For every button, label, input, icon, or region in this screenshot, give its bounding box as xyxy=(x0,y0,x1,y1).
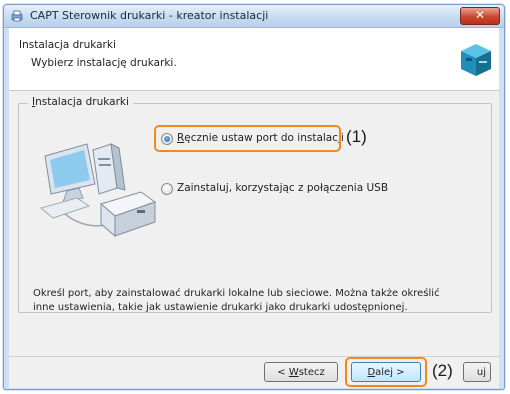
callout-box-2 xyxy=(345,357,427,387)
printer-box-icon xyxy=(461,44,491,76)
usb-install-radio[interactable] xyxy=(161,183,173,195)
wizard-body: Instalacja drukarki Ręcznie ustaw port d… xyxy=(9,91,499,356)
computer-printer-illustration xyxy=(40,143,157,238)
cancel-button[interactable]: uj xyxy=(463,362,491,382)
printer-app-icon xyxy=(11,10,23,22)
close-button[interactable]: ✕ xyxy=(460,7,500,25)
wizard-header: Instalacja drukarki Wybierz instalację d… xyxy=(9,28,499,91)
header-subtitle: Wybierz instalację drukarki. xyxy=(31,57,177,69)
usb-install-label[interactable]: Zainstaluj, korzystając z połączenia USB xyxy=(177,182,388,194)
header-title: Instalacja drukarki xyxy=(19,39,116,51)
description-text: Określ port, aby zainstalować drukarki l… xyxy=(33,288,440,313)
installer-window: CAPT Sterownik drukarki - kreator instal… xyxy=(3,4,505,390)
group-title: Instalacja drukarki xyxy=(28,96,133,108)
callout-label-2: (2) xyxy=(432,361,453,380)
callout-box-1 xyxy=(154,125,341,152)
callout-label-1: (1) xyxy=(346,127,367,146)
close-icon: ✕ xyxy=(474,8,486,22)
window-title: CAPT Sterownik drukarki - kreator instal… xyxy=(30,9,269,22)
title-bar: CAPT Sterownik drukarki - kreator instal… xyxy=(4,5,504,28)
back-button[interactable]: < Wstecz xyxy=(264,362,338,382)
wizard-footer: < Wstecz Dalej > (2) uj xyxy=(9,357,499,388)
